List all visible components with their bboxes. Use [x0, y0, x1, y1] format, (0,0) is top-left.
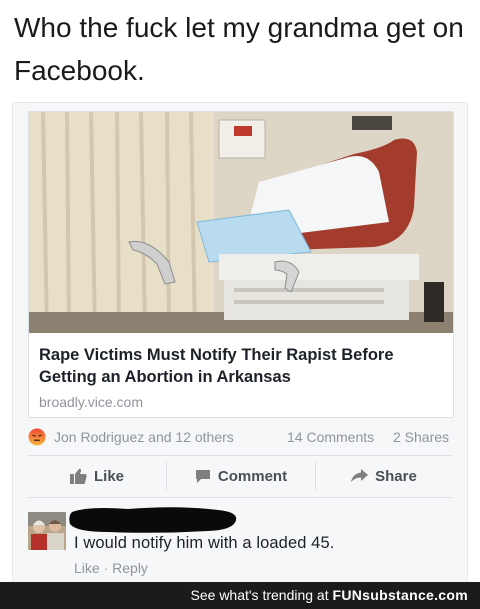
comment-like-link[interactable]: Like [74, 560, 100, 576]
comment-count[interactable]: 14 Comments [287, 429, 374, 445]
redacted-name [69, 507, 237, 533]
comment-text: I would notify him with a loaded 45. [74, 534, 335, 552]
meme-caption: Who the fuck let my grandma get on Faceb… [14, 12, 464, 86]
share-arrow-icon [351, 469, 369, 482]
link-domain: broadly.vice.com [39, 394, 144, 410]
divider [28, 497, 452, 498]
share-label: Share [375, 467, 417, 485]
like-label: Like [93, 467, 124, 485]
angry-reaction-icon [28, 428, 46, 446]
divider [28, 455, 452, 456]
footer-text: See what's trending at FUNsubstance.com [191, 587, 468, 603]
like-button[interactable]: Like [28, 460, 166, 492]
footer-prefix: See what's trending at [190, 587, 333, 603]
watermark-footer: See what's trending at FUNsubstance.com [0, 582, 480, 609]
post-action-bar: Like Comment Share [28, 460, 452, 492]
share-button[interactable]: Share [316, 460, 452, 492]
comment-actions: Like · Reply [74, 560, 148, 576]
comment-link-separator: · [99, 560, 113, 576]
comment-button[interactable]: Comment [167, 460, 315, 492]
avatar[interactable] [28, 512, 66, 550]
comment-label: Comment [217, 467, 288, 485]
link-title[interactable]: Rape Victims Must Notify Their Rapist Be… [39, 344, 443, 388]
thumbs-up-icon [69, 468, 87, 484]
exam-room-photo [29, 112, 453, 333]
comment: I would notify him with a loaded 45. Lik… [28, 506, 452, 576]
share-count[interactable]: 2 Shares [393, 429, 449, 445]
reaction-names[interactable]: Jon Rodriguez and 12 others [54, 429, 234, 445]
comment-bubble-icon [195, 469, 210, 483]
comment-reply-link[interactable]: Reply [112, 560, 148, 576]
link-preview-card[interactable]: Rape Victims Must Notify Their Rapist Be… [28, 111, 454, 418]
footer-brand: FUNsubstance.com [332, 587, 468, 603]
reaction-summary[interactable]: Jon Rodriguez and 12 others 14 Comments … [28, 427, 452, 449]
